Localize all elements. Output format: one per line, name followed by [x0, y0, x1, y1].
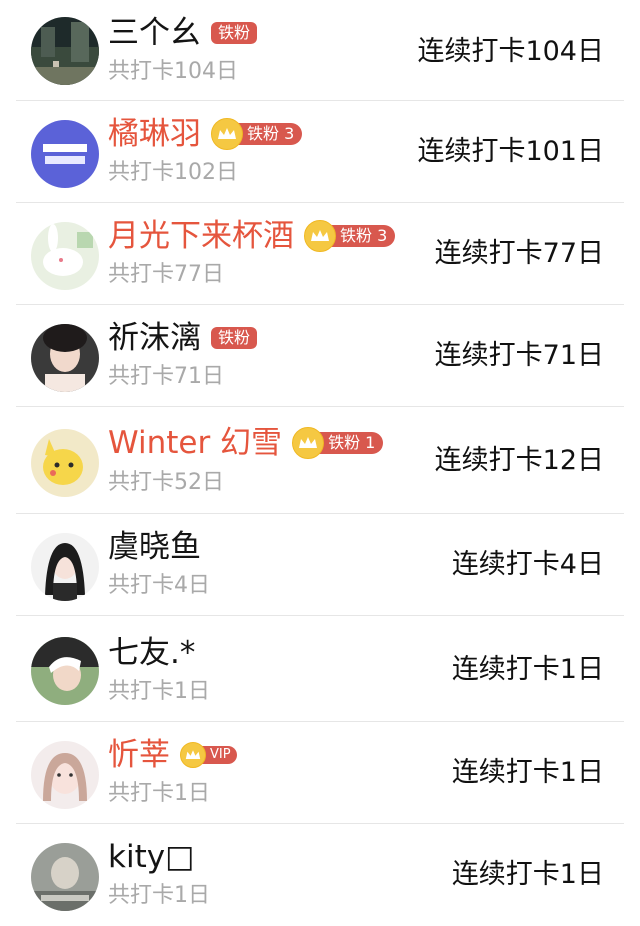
list-item[interactable]: 祈沫漓 铁粉 共打卡71日 连续打卡71日 [0, 305, 640, 407]
username: 虞晓鱼 [108, 529, 201, 565]
list-item[interactable]: 橘琳羽 铁粉 3 共打卡102日 连续打卡101日 [0, 101, 640, 203]
streak-days: 连续打卡4日 [451, 549, 604, 580]
crown-icon [304, 220, 336, 252]
total-checkins: 共打卡4日 [108, 573, 210, 598]
list-item[interactable]: 虞晓鱼 共打卡4日 连续打卡4日 [0, 514, 640, 616]
avatar[interactable] [31, 429, 99, 497]
avatar[interactable] [31, 533, 99, 601]
avatar[interactable] [31, 741, 99, 809]
crown-icon [211, 118, 243, 150]
avatar[interactable] [31, 843, 99, 911]
username: 月光下来杯酒 [108, 218, 294, 254]
total-checkins: 共打卡102日 [108, 160, 238, 185]
total-checkins: 共打卡71日 [108, 364, 224, 389]
avatar[interactable] [31, 637, 99, 705]
list-item[interactable]: 三个幺 铁粉 共打卡104日 连续打卡104日 [0, 0, 640, 101]
fan-badge: 铁粉 3 [211, 118, 303, 150]
fan-badge: 铁粉 [211, 324, 258, 352]
streak-days: 连续打卡12日 [434, 445, 604, 476]
username: 七友.* [108, 635, 196, 671]
fan-badge: 铁粉 3 [304, 220, 396, 252]
username: kity□ [108, 839, 195, 875]
vip-badge: VIP [180, 741, 237, 769]
fan-badge: 铁粉 1 [292, 427, 384, 459]
total-checkins: 共打卡77日 [108, 262, 224, 287]
list-item[interactable]: 七友.* 共打卡1日 连续打卡1日 [0, 616, 640, 722]
username: 忻莘 [108, 737, 170, 773]
username: 三个幺 [108, 15, 201, 51]
fan-badge-label: 铁粉 [211, 22, 258, 44]
fan-badge-label: 铁粉 [211, 327, 258, 349]
streak-days: 连续打卡1日 [451, 757, 604, 788]
streak-days: 连续打卡71日 [434, 340, 604, 371]
crown-icon [180, 742, 206, 768]
list-item[interactable]: Winter 幻雪 铁粉 1 共打卡52日 连续打卡12日 [0, 407, 640, 514]
checkin-leaderboard-list: 三个幺 铁粉 共打卡104日 连续打卡104日 橘琳羽 铁粉 3 共打卡102日… [0, 0, 640, 926]
streak-days: 连续打卡77日 [434, 238, 604, 269]
streak-days: 连续打卡104日 [417, 36, 604, 67]
total-checkins: 共打卡1日 [108, 883, 210, 908]
streak-days: 连续打卡1日 [451, 859, 604, 890]
username: 祈沫漓 [108, 320, 201, 356]
streak-days: 连续打卡101日 [417, 136, 604, 167]
total-checkins: 共打卡1日 [108, 781, 210, 806]
avatar[interactable] [31, 222, 99, 290]
list-item[interactable]: kity□ 共打卡1日 连续打卡1日 [0, 824, 640, 926]
avatar[interactable] [31, 17, 99, 85]
total-checkins: 共打卡52日 [108, 470, 224, 495]
username: Winter 幻雪 [108, 425, 283, 461]
total-checkins: 共打卡1日 [108, 679, 210, 704]
avatar[interactable] [31, 324, 99, 392]
crown-icon [292, 427, 325, 459]
list-item[interactable]: 月光下来杯酒 铁粉 3 共打卡77日 连续打卡77日 [0, 203, 640, 305]
total-checkins: 共打卡104日 [108, 59, 238, 84]
list-item[interactable]: 忻莘 VIP 共打卡1日 连续打卡1日 [0, 722, 640, 824]
streak-days: 连续打卡1日 [451, 654, 604, 685]
username: 橘琳羽 [108, 116, 201, 152]
fan-badge: 铁粉 [211, 19, 258, 47]
avatar[interactable] [31, 120, 99, 188]
